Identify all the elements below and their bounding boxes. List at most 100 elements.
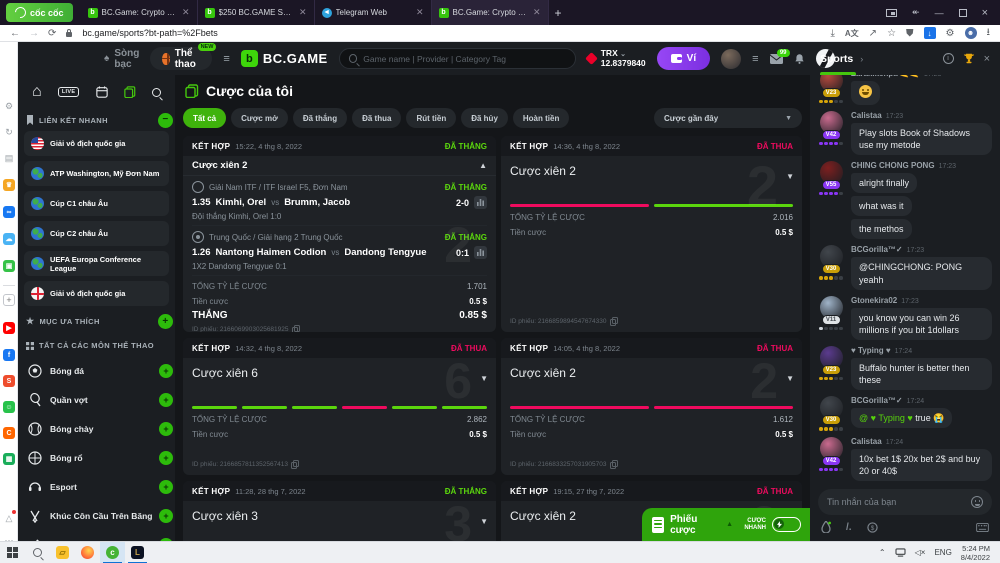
notifications-button[interactable] [794,53,805,65]
extensions-icon[interactable]: ⚙ [946,28,955,39]
sidebar-sport-esport[interactable]: Esport+ [24,472,169,501]
close-panel-icon[interactable]: × [984,53,990,65]
sidebar-live-tab[interactable]: LIVE [58,87,79,97]
taskbar-search-button[interactable] [25,542,50,563]
wallet-button[interactable]: Ví [657,47,710,70]
language-indicator[interactable]: ENG [934,548,951,557]
taskbar-clock[interactable]: 5:24 PM 8/4/2022 [961,544,990,562]
sidebar-quick-link[interactable]: Giải vô địch quốc gia [24,281,169,306]
sidebar-toggle-icon[interactable]: ≡ [223,53,229,65]
sidebar-calendar-icon[interactable] [96,86,108,98]
betslip-bar[interactable]: Phiếu cược ▲ CƯỢC NHANH [642,508,810,541]
save-page-icon[interactable]: ⤓ [830,28,834,39]
tab-sports-panel[interactable]: Sports [820,53,853,65]
coin-rain-icon[interactable] [821,521,831,533]
chevron-right-icon[interactable]: › [860,54,863,64]
sidebar-quick-link[interactable]: Cúp C2 châu Âu [24,221,169,246]
firefox-button[interactable] [75,542,100,563]
sidebar-quick-link[interactable]: UEFA Europa Conference League [24,251,169,276]
reading-list-icon[interactable]: ▤ [3,152,15,164]
chat-command-icon[interactable]: /. [846,522,852,533]
expand-sport-button[interactable]: + [159,422,173,436]
refresh-button[interactable]: ⟳ [48,28,56,39]
close-tab-icon[interactable]: ✕ [299,7,307,18]
sidebar-sport-baseball[interactable]: Bóng chày+ [24,414,169,443]
close-tab-icon[interactable]: ✕ [416,7,424,18]
tray-expand-icon[interactable]: ⌃ [879,548,886,557]
maximize-button[interactable] [959,9,967,17]
games-icon[interactable]: ▣ [3,260,15,272]
add-favorite-button[interactable]: + [158,314,173,329]
expand-caret-icon[interactable]: ▼ [786,374,794,383]
copy-icon[interactable] [292,325,300,332]
match-stats-icon[interactable] [474,196,487,209]
youtube-icon[interactable]: ▶ [3,322,15,334]
coccoc-taskbar-button[interactable]: c [100,542,125,563]
lol-button[interactable]: L [125,542,150,563]
shop-icon[interactable]: S [3,375,15,387]
menu-icon[interactable]: ≡ [752,53,758,65]
filter-pill[interactable]: Đã hủy [461,108,508,128]
sidebar-sport-soccer[interactable]: Bóng đá+ [24,356,169,385]
download-manager-icon[interactable]: ↓ [924,27,936,39]
messenger-icon[interactable]: ∞ [3,206,15,218]
user-avatar[interactable] [721,49,741,69]
tab-history-icon[interactable]: ↞ [912,7,920,18]
filter-pill[interactable]: Tất cả [183,108,226,128]
close-window-button[interactable]: × [982,7,988,19]
casino-nav-button[interactable]: ♠ Sòng bạc [104,48,139,70]
browser-tab[interactable]: bBC.Game: Crypto Casino Ga✕ [432,0,549,25]
trophy-icon[interactable] [963,53,975,64]
cart-icon[interactable]: C [3,427,15,439]
start-button[interactable] [0,542,25,563]
expand-caret-icon[interactable]: ▼ [786,172,794,181]
expand-sport-button[interactable]: + [159,451,173,465]
expand-sport-button[interactable]: + [159,480,173,494]
tip-coin-icon[interactable]: $ [867,522,878,533]
sidebar-home-icon[interactable]: ⌂ [32,83,42,101]
expand-sport-button[interactable]: + [159,364,173,378]
settings-icon[interactable]: ⚙ [3,100,15,112]
chat-message-input[interactable] [827,497,971,507]
match-stats-icon[interactable] [474,246,487,259]
emoji-picker-icon[interactable] [971,496,983,508]
file-explorer-button[interactable]: ▱ [50,542,75,563]
balance-selector[interactable]: TRX ⌄ 12.8379840 [587,49,646,68]
sports-nav-button[interactable]: Thể thao NEW [150,47,212,70]
inbox-button[interactable]: 99 [770,54,783,64]
sidebar-quick-link[interactable]: Giải vô địch quốc gia [24,131,169,156]
expand-caret-icon[interactable]: ▼ [480,517,488,526]
keyboard-icon[interactable] [976,523,989,532]
chat-input[interactable] [818,489,992,515]
expand-sport-button[interactable]: + [159,393,173,407]
collapse-caret-icon[interactable]: ▲ [479,161,487,170]
filter-pill[interactable]: Cược mở [231,108,288,128]
share-icon[interactable]: ↗ [869,28,877,39]
tab-search-icon[interactable] [886,9,897,17]
game-search[interactable] [339,48,576,69]
bookmark-star-icon[interactable]: ☆ [887,28,896,39]
network-icon[interactable] [895,548,906,557]
history-icon[interactable]: ↻ [3,126,15,138]
vip-crown-icon[interactable]: ♛ [3,179,15,191]
forward-button[interactable]: → [29,28,39,39]
copy-icon[interactable] [610,317,618,326]
game-search-input[interactable] [363,54,565,64]
volume-muted-icon[interactable]: ◁× [915,548,926,557]
expand-sport-button[interactable]: + [159,509,173,523]
browser-profile-icon[interactable]: ☻ [965,27,977,39]
sidebar-quick-link[interactable]: Cúp C1 châu Âu [24,191,169,216]
bcgame-logo[interactable]: b BC.GAME [241,50,328,67]
close-tab-icon[interactable]: ✕ [533,7,541,18]
expand-caret-icon[interactable]: ▼ [480,374,488,383]
translate-icon[interactable]: A文 [845,28,859,39]
browser-tab[interactable]: b$250 BC.GAME SPORTS PARL✕ [198,0,315,25]
filter-pill[interactable]: Rút tiền [406,108,456,128]
add-icon[interactable]: + [3,294,15,306]
sidebar-search-icon[interactable] [152,88,161,97]
sidebar-sport-basketball[interactable]: Bóng rổ+ [24,443,169,472]
facebook-icon[interactable]: f [3,349,15,361]
info-icon[interactable]: i [943,53,954,64]
url-text[interactable]: bc.game/sports?bt-path=%2Fbets [82,28,217,38]
stickers-icon[interactable]: ☺ [3,401,15,413]
